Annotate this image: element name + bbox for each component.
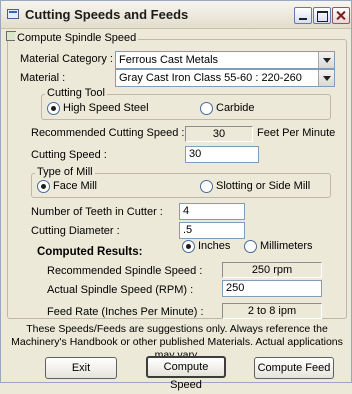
material-category-select[interactable]: Ferrous Cast Metals <box>115 51 335 69</box>
app-window-icon <box>7 9 19 19</box>
teeth-label: Number of Teeth in Cutter : <box>31 206 163 218</box>
material-category-label: Material Category : <box>20 53 113 65</box>
teeth-value: 4 <box>183 205 190 217</box>
actual-spindle-value: 250 <box>226 282 245 294</box>
cutting-speed-input[interactable]: 30 <box>185 146 259 163</box>
cutting-speeds-window: Cutting Speeds and Feeds Compute Spindle… <box>0 0 352 391</box>
material-select[interactable]: Gray Cast Iron Class 55-60 : 220-260 <box>115 69 335 87</box>
material-category-value: Ferrous Cast Metals <box>119 54 219 66</box>
cutting-tool-label: Cutting Tool <box>45 87 107 99</box>
cutting-diameter-value: .5 <box>183 224 193 236</box>
face-mill-label[interactable]: Face Mill <box>53 180 97 192</box>
compute-feed-button[interactable]: Compute Feed <box>254 357 334 379</box>
recommended-spindle-label: Recommended Spindle Speed : <box>47 265 203 277</box>
recommended-cutting-speed-value: 30 <box>212 128 226 140</box>
frame-label: Compute Spindle Speed <box>15 32 139 44</box>
recommended-cutting-speed-readout: 30 <box>185 126 253 142</box>
slotting-side-mill-label[interactable]: Slotting or Side Mill <box>216 180 310 192</box>
feed-rate-readout: 2 to 8 ipm <box>222 303 322 319</box>
window-title: Cutting Speeds and Feeds <box>25 7 189 22</box>
high-speed-steel-radio[interactable] <box>47 102 60 115</box>
title-bar[interactable]: Cutting Speeds and Feeds <box>1 1 351 29</box>
recommended-spindle-readout: 250 rpm <box>222 262 322 278</box>
cutting-diameter-label: Cutting Diameter : <box>31 225 120 237</box>
chevron-down-icon[interactable] <box>318 52 334 68</box>
carbide-label[interactable]: Carbide <box>216 102 255 114</box>
cutting-speed-value: 30 <box>189 148 202 160</box>
material-label: Material : <box>20 72 66 84</box>
feed-rate-value: 2 to 8 ipm <box>247 305 297 317</box>
recommended-cutting-speed-label: Recommended Cutting Speed : <box>31 127 185 139</box>
minimize-button[interactable] <box>294 7 312 24</box>
teeth-input[interactable]: 4 <box>179 203 245 220</box>
close-button[interactable] <box>332 7 350 24</box>
feet-per-minute-unit: Feet Per Minute <box>257 127 336 139</box>
high-speed-steel-label[interactable]: High Speed Steel <box>63 102 149 114</box>
recommended-spindle-value: 250 rpm <box>251 264 293 276</box>
type-of-mill-label: Type of Mill <box>35 166 95 178</box>
millimeters-label[interactable]: Millimeters <box>260 240 313 252</box>
cutting-speed-label: Cutting Speed : <box>31 149 107 161</box>
material-value: Gray Cast Iron Class 55-60 : 220-260 <box>119 72 302 84</box>
face-mill-radio[interactable] <box>37 180 50 193</box>
feed-rate-label: Feed Rate (Inches Per Minute) : <box>47 306 204 318</box>
inches-label[interactable]: Inches <box>198 240 230 252</box>
inches-radio[interactable] <box>182 240 195 253</box>
actual-spindle-input[interactable]: 250 <box>222 280 322 297</box>
slotting-side-mill-radio[interactable] <box>200 180 213 193</box>
computed-results-heading: Computed Results: <box>37 246 143 258</box>
exit-button[interactable]: Exit <box>45 357 117 379</box>
millimeters-radio[interactable] <box>244 240 257 253</box>
actual-spindle-label: Actual Spindle Speed (RPM) : <box>47 284 194 296</box>
maximize-button[interactable] <box>313 7 331 24</box>
carbide-radio[interactable] <box>200 102 213 115</box>
cutting-diameter-input[interactable]: .5 <box>179 222 245 239</box>
compute-speed-button[interactable]: Compute Speed <box>146 356 226 391</box>
chevron-down-icon[interactable] <box>318 70 334 86</box>
